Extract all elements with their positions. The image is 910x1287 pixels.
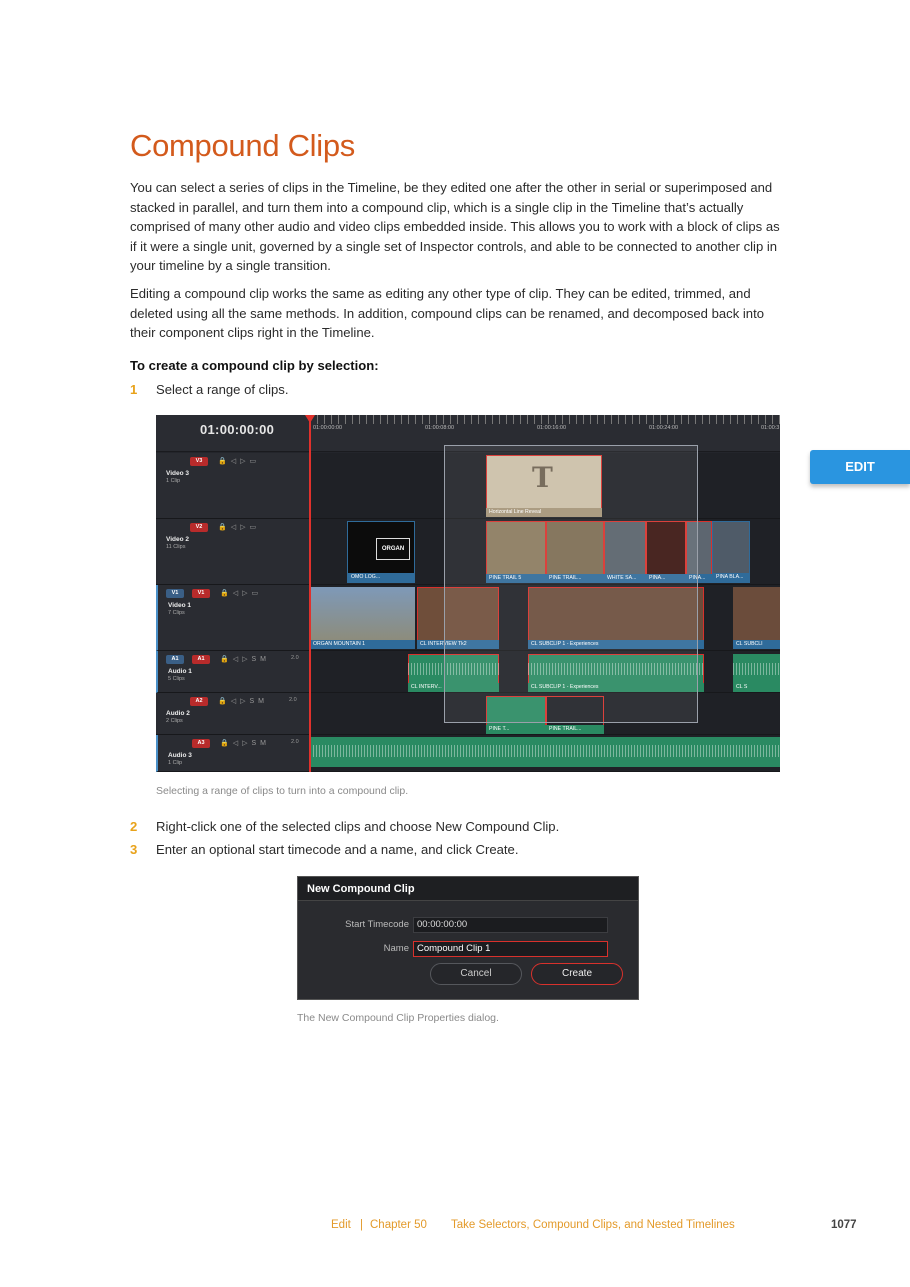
track-header-v3[interactable]: V3 🔒◁▷▭ Video 3 1 Clip [156,453,310,519]
ruler-label: 01:00:08:00 [425,425,455,431]
track-name: Video 1 [168,602,192,609]
track-header-v2[interactable]: V2 🔒◁▷▭ Video 2 11 Clips [156,519,310,585]
track-badge[interactable]: V3 [190,457,208,466]
waveform [310,745,780,757]
step-1: 1 Select a range of clips. [130,382,288,397]
track-badge[interactable]: A2 [190,697,208,706]
track-header-a3[interactable]: A3 🔒◁▷SM 2.0 Audio 3 1 Clip [156,735,310,772]
editing-paragraph: Editing a compound clip works the same a… [130,286,764,340]
track-header-a2[interactable]: A2 🔒◁▷SM 2.0 Audio 2 2 Clips [156,693,310,735]
video-clip[interactable]: ORGAN MOUNTAIN 1 [310,587,415,649]
ruler-label: 01:00:24:00 [649,425,679,431]
lane-a3 [310,735,780,772]
step-2: 2 Right-click one of the selected clips a… [130,819,559,834]
track-controls-icon[interactable]: 🔒◁▷SM [220,655,270,663]
track-level: 2.0 [291,655,299,661]
track-controls-icon[interactable]: 🔒◁▷SM [220,739,270,747]
track-controls-icon[interactable]: 🔒◁▷▭ [220,589,262,597]
step-3: 3 Enter an optional start timecode and a … [130,842,518,857]
new-compound-clip-dialog: New Compound Clip Start Timecode 00:00:0… [297,876,639,1000]
clip-label: PINE T... [486,725,546,734]
edit-section-tab[interactable]: EDIT [810,450,910,484]
page-title: Compound Clips [130,128,355,163]
track-clip-count: 11 Clips [166,544,186,550]
cancel-button[interactable]: Cancel [430,963,522,985]
track-controls-icon[interactable]: 🔒◁▷SM [218,697,268,705]
name-field[interactable]: Compound Clip 1 [413,941,608,957]
clip-label: CL SUBCLI [733,640,780,649]
ruler-label: 01:00:00:00 [313,425,343,431]
logo-text: ORGAN [376,538,410,560]
dialog-title: New Compound Clip [298,877,638,901]
playhead[interactable] [309,415,311,772]
footer-separator: | [360,1219,363,1231]
page-number: 1077 [831,1219,857,1231]
step-number: 3 [130,842,138,857]
track-badge[interactable]: A3 [192,739,210,748]
footer-section: Edit [331,1219,351,1231]
step-text: Right-click one of the selected clips an… [156,819,560,834]
create-button[interactable]: Create [531,963,623,985]
timecode-display: 01:00:00:00 [200,422,275,437]
intro-paragraph: You can select a series of clips in the … [130,180,780,273]
track-badge[interactable]: V1 [166,589,184,598]
ruler-label: 01:00:3 [761,425,780,431]
ruler-ticks [310,415,780,424]
playhead-handle[interactable] [305,415,315,423]
track-badge[interactable]: V2 [190,523,208,532]
track-clip-count: 2 Clips [166,718,183,724]
procedure-heading: To create a compound clip by selection: [130,358,379,373]
track-clip-count: 5 Clips [168,676,185,682]
audio-clip[interactable]: CL S [733,654,780,692]
timeline-caption: Selecting a range of clips to turn into … [156,785,409,797]
track-badge[interactable]: V1 [192,589,210,598]
track-header-a1[interactable]: A1 A1 🔒◁▷SM 2.0 Audio 1 5 Clips [156,651,310,693]
track-name: Video 3 [166,470,190,477]
track-clip-count: 1 Clip [168,760,183,766]
start-timecode-field[interactable]: 00:00:00:00 [413,917,608,933]
logo-clip[interactable]: ORGAN OMO LOG... [347,521,415,583]
step-text: Enter an optional start timecode and a n… [156,842,519,857]
clip-label: CL S [733,683,780,692]
clip-label: PINA BLA... [713,573,749,582]
step-number: 1 [130,382,138,397]
name-label: Name [383,943,409,954]
audio-clip[interactable] [310,737,780,767]
track-name: Video 2 [166,536,190,543]
track-header-v1[interactable]: V1 V1 🔒◁▷▭ Video 1 7 Clips [156,585,310,651]
footer-chapter-title: Take Selectors, Compound Clips, and Nest… [451,1219,735,1231]
track-name: Audio 3 [168,752,192,759]
track-name: Audio 1 [168,668,192,675]
track-level: 2.0 [289,697,297,703]
track-controls-icon[interactable]: 🔒◁▷▭ [218,457,260,465]
step-number: 2 [130,819,138,834]
waveform [733,663,780,675]
footer-chapter: Chapter 50 [370,1219,427,1231]
video-clip[interactable]: PINA BLA... [712,521,750,583]
track-badge[interactable]: A1 [192,655,210,664]
track-level: 2.0 [291,739,299,745]
track-badge[interactable]: A1 [166,655,184,664]
track-clip-count: 7 Clips [168,610,185,616]
track-name: Audio 2 [166,710,190,717]
start-timecode-label: Start Timecode [345,919,409,930]
dialog-caption: The New Compound Clip Properties dialog. [297,1012,499,1024]
clip-label: OMO LOG... [348,573,414,582]
track-controls-icon[interactable]: 🔒◁▷▭ [218,523,260,531]
ruler-label: 01:00:16:00 [537,425,567,431]
step-text: Select a range of clips. [156,382,289,397]
selection-marquee [444,445,698,723]
timeline-header: 01:00:00:00 [156,415,310,452]
track-clip-count: 1 Clip [166,478,181,484]
clip-label: PINE TRAIL... [546,725,604,734]
video-clip[interactable]: CL SUBCLI [733,587,780,649]
clip-label: ORGAN MOUNTAIN 1 [310,640,415,649]
timeline-screenshot: 01:00:00:00 01:00:00:00 01:00:08:00 01:0… [156,415,780,772]
